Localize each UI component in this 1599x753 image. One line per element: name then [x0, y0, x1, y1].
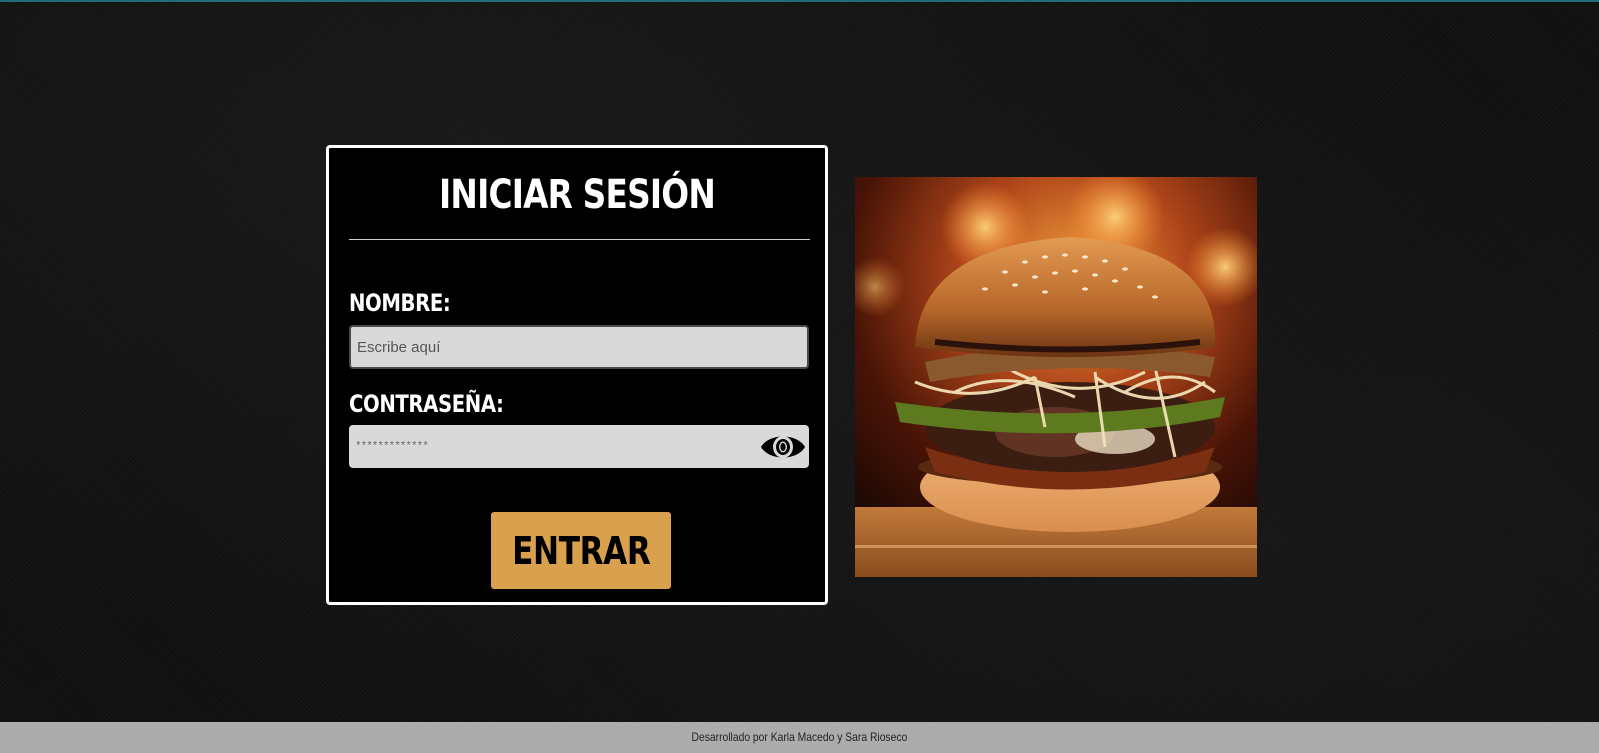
top-accent-line [0, 0, 1599, 2]
password-field [349, 425, 809, 468]
name-label: NOMBRE: [349, 289, 451, 317]
name-input[interactable] [349, 325, 809, 369]
password-label: CONTRASEÑA: [349, 390, 504, 418]
page-title: INICIAR SESIÓN [439, 172, 716, 218]
enter-button[interactable]: ENTRAR [491, 512, 671, 589]
footer: Desarrollado por Karla Macedo y Sara Rio… [0, 722, 1599, 753]
password-input[interactable] [349, 425, 749, 468]
burger-illustration [855, 177, 1257, 577]
enter-button-label: ENTRAR [511, 528, 651, 573]
burger-image [855, 177, 1257, 577]
login-card: INICIAR SESIÓN NOMBRE: CONTRASEÑA: ENTRA… [326, 145, 828, 605]
footer-credit: Desarrollado por Karla Macedo y Sara Rio… [691, 730, 908, 744]
show-password-toggle[interactable] [757, 425, 809, 468]
eye-icon [761, 435, 805, 458]
title-divider [349, 239, 810, 240]
